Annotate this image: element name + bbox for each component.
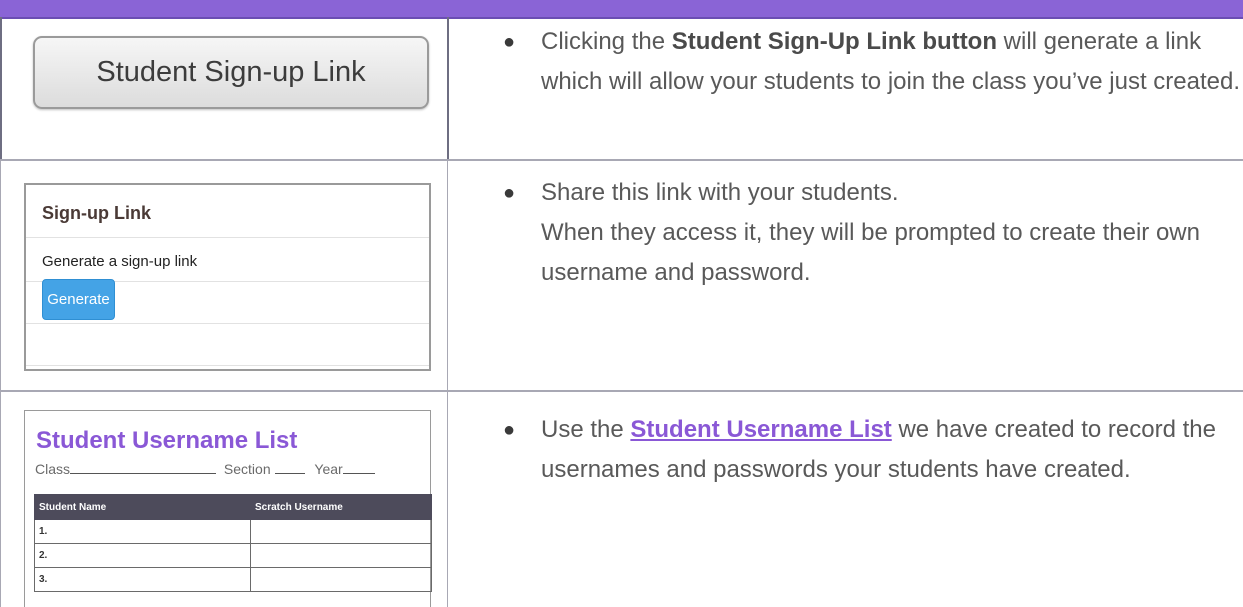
row1-text-bold: Student Sign-Up Link button [671,28,997,55]
table-border-left-2 [0,160,1,607]
table-cell [250,543,432,568]
row2-line1: Share this link with your students. [541,179,899,206]
table-row: 3. [34,567,432,592]
panel-divider [26,323,429,324]
signup-link-panel: Sign-up Link Generate a sign-up link Gen… [24,183,431,371]
panel-divider [26,237,429,238]
table-cell [250,567,432,592]
row1-description: ● Clicking the Student Sign-Up Link butt… [503,22,1241,102]
table-divider-vertical [447,17,449,160]
student-username-list-preview: Student Username List Class Section Year… [24,410,432,607]
table-border-left [0,17,2,160]
row3-description: ● Use the Student Username List we have … [503,410,1241,490]
generate-button[interactable]: Generate [42,279,115,320]
table-cell [250,519,432,544]
row3-text-before: Use the [541,416,631,443]
bullet-icon: ● [503,419,516,441]
header-bar [0,0,1243,19]
col-scratch-username: Scratch Username [250,494,432,520]
username-table: Student Name Scratch Username 1. 2. 3. [34,494,432,592]
row1-text-before: Clicking the [541,28,672,55]
section-blank [274,461,305,474]
year-blank [342,461,375,474]
list-meta: Class Section Year [35,461,375,477]
col-student-name: Student Name [34,494,251,520]
student-username-list-link[interactable]: Student Username List [630,416,891,443]
row-divider-2 [0,390,1243,392]
table-header-row: Student Name Scratch Username [34,494,432,520]
table-row: 2. [34,543,432,568]
panel-title: Sign-up Link [42,203,151,223]
row-number: 3. [34,567,251,592]
class-blank [70,461,217,474]
meta-class: Class [35,461,71,477]
meta-year: Year [314,461,343,477]
table-divider-vertical-2 [447,160,448,607]
row-number: 2. [34,543,251,568]
row2-description: ● Share this link with your students. Wh… [503,173,1241,293]
bullet-icon: ● [503,182,516,204]
row-divider-1 [0,159,1243,161]
table-row: 1. [34,519,432,544]
student-signup-link-button[interactable]: Student Sign-up Link [33,36,429,109]
panel-subtitle: Generate a sign-up link [42,253,198,270]
panel-divider [26,365,429,366]
row2-line2: When they access it, they will be prompt… [541,219,1200,286]
row-number: 1. [34,519,251,544]
list-title: Student Username List [36,427,298,454]
meta-section: Section [223,461,271,477]
bullet-icon: ● [503,31,516,53]
